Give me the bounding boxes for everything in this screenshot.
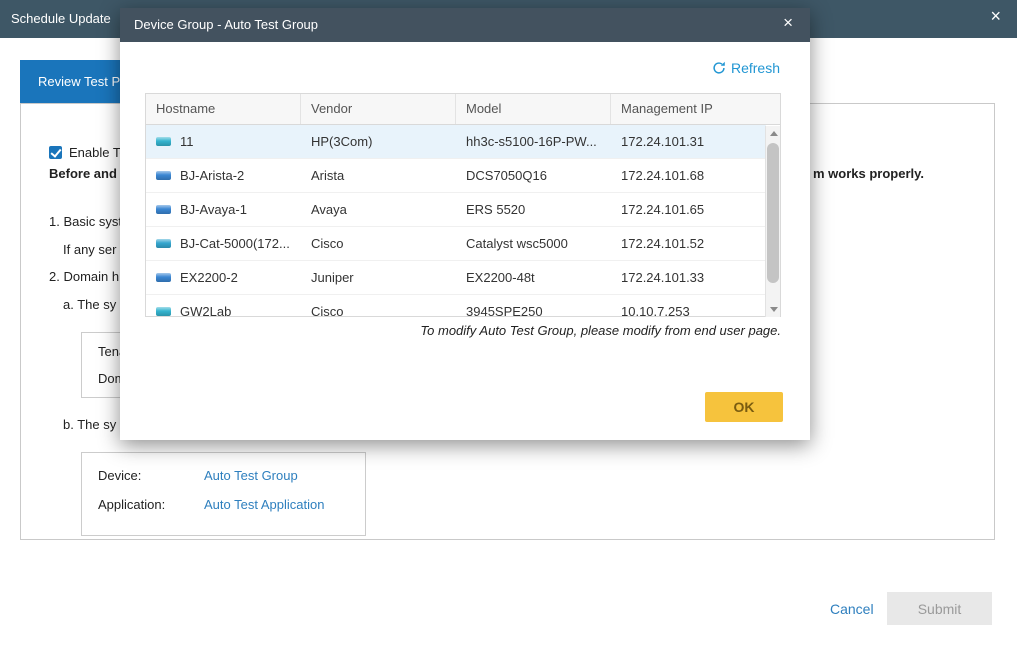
table-row[interactable]: BJ-Avaya-1AvayaERS 5520172.24.101.65 [146,193,766,227]
scrollbar-thumb[interactable] [767,143,779,283]
table-row[interactable]: 11HP(3Com)hh3c-s5100-16P-PW...172.24.101… [146,125,766,159]
scroll-down-icon[interactable] [766,302,781,317]
enable-test-row: Enable Te [49,145,127,160]
cell-hostname: BJ-Avaya-1 [146,202,301,217]
enable-test-checkbox[interactable] [49,146,62,159]
table-body: 11HP(3Com)hh3c-s5100-16P-PW...172.24.101… [146,125,766,316]
cell-hostname: GW2Lab [146,304,301,316]
cell-hostname: BJ-Cat-5000(172... [146,236,301,251]
cell-model: ERS 5520 [456,202,611,217]
list-item-2a: a. The sy [63,297,116,312]
refresh-button[interactable]: Refresh [712,60,780,76]
submit-button[interactable]: Submit [887,592,992,625]
cell-vendor: Cisco [301,236,456,251]
cell-vendor: Avaya [301,202,456,217]
table-header: Hostname Vendor Model Management IP [146,94,780,125]
device-label: Device: [98,468,141,483]
cell-model: Catalyst wsc5000 [456,236,611,251]
table-row[interactable]: EX2200-2JuniperEX2200-48t172.24.101.33 [146,261,766,295]
cell-model: EX2200-48t [456,270,611,285]
intro-text-right: m works properly. [813,166,924,181]
cell-management-ip: 172.24.101.52 [611,236,766,251]
cell-management-ip: 172.24.101.65 [611,202,766,217]
cell-vendor: Cisco [301,304,456,316]
column-management-ip[interactable]: Management IP [611,94,780,124]
device-group-modal: Device Group - Auto Test Group × Refresh… [120,8,810,440]
cell-management-ip: 10.10.7.253 [611,304,766,316]
cell-hostname: BJ-Arista-2 [146,168,301,183]
cell-hostname: EX2200-2 [146,270,301,285]
column-model[interactable]: Model [456,94,611,124]
application-label: Application: [98,497,165,512]
router-icon [156,307,171,316]
router-icon [156,273,171,282]
device-group-link[interactable]: Auto Test Group [204,468,298,483]
switch-icon [156,137,171,146]
cell-vendor: Juniper [301,270,456,285]
list-item-1: 1. Basic syst [49,214,122,229]
cell-model: hh3c-s5100-16P-PW... [456,134,611,149]
list-item-2: 2. Domain h [49,269,119,284]
refresh-label: Refresh [731,60,780,76]
table-row[interactable]: BJ-Arista-2AristaDCS7050Q16172.24.101.68 [146,159,766,193]
application-link[interactable]: Auto Test Application [204,497,324,512]
ok-button[interactable]: OK [705,392,783,422]
device-application-box: Device: Auto Test Group Application: Aut… [81,452,366,536]
table-row[interactable]: GW2LabCisco3945SPE25010.10.7.253 [146,295,766,316]
scroll-up-icon[interactable] [766,126,781,141]
cell-vendor: HP(3Com) [301,134,456,149]
column-hostname[interactable]: Hostname [146,94,301,124]
cell-management-ip: 172.24.101.31 [611,134,766,149]
table-scrollbar[interactable] [765,126,780,317]
cell-management-ip: 172.24.101.68 [611,168,766,183]
device-icon [156,205,171,214]
window-title: Schedule Update [11,11,111,26]
modal-close-icon[interactable]: × [783,14,793,31]
cell-model: DCS7050Q16 [456,168,611,183]
device-table: Hostname Vendor Model Management IP 11HP… [145,93,781,317]
cell-management-ip: 172.24.101.33 [611,270,766,285]
cell-vendor: Arista [301,168,456,183]
modal-titlebar: Device Group - Auto Test Group × [120,8,810,42]
cell-hostname: 11 [146,134,301,149]
intro-text-left: Before and [49,166,117,181]
window-close-icon[interactable]: × [990,7,1001,25]
enable-test-label: Enable Te [69,145,127,160]
cancel-button[interactable]: Cancel [830,601,874,617]
switch-icon [156,239,171,248]
list-item-2b: b. The sy [63,417,116,432]
cell-model: 3945SPE250 [456,304,611,316]
refresh-icon [712,61,726,75]
modal-title: Device Group - Auto Test Group [134,17,318,32]
device-icon [156,171,171,180]
column-vendor[interactable]: Vendor [301,94,456,124]
list-item-1a: If any ser [63,242,116,257]
table-row[interactable]: BJ-Cat-5000(172...CiscoCatalyst wsc50001… [146,227,766,261]
modal-note: To modify Auto Test Group, please modify… [420,323,781,338]
